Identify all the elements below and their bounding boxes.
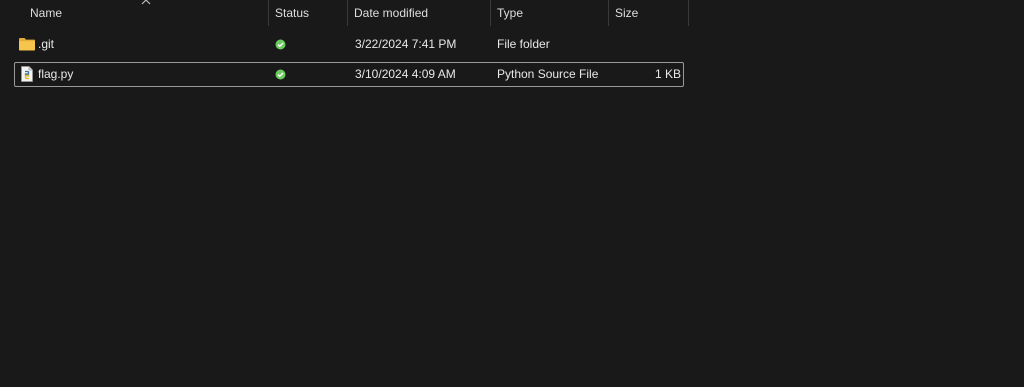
file-type: File folder xyxy=(497,37,550,51)
column-header-type[interactable]: Type xyxy=(491,0,608,26)
python-file-icon xyxy=(21,66,33,82)
sync-ok-icon xyxy=(275,39,286,50)
file-name: flag.py xyxy=(38,67,74,81)
sync-ok-icon xyxy=(275,69,286,80)
file-type: Python Source File xyxy=(497,67,599,81)
column-header-status[interactable]: Status xyxy=(269,0,347,26)
file-name: .git xyxy=(38,37,55,51)
file-date-modified: 3/22/2024 7:41 PM xyxy=(355,37,457,51)
file-row-git[interactable]: .git 3/22/2024 7:41 PM File folder xyxy=(14,32,684,57)
column-header-date-modified[interactable]: Date modified xyxy=(348,0,490,26)
column-divider[interactable] xyxy=(688,0,689,26)
file-size xyxy=(615,33,681,56)
folder-icon xyxy=(19,38,35,51)
column-header-name[interactable]: Name xyxy=(24,0,268,26)
file-row-flag-py[interactable]: flag.py 3/10/2024 4:09 AM Python Source … xyxy=(14,62,684,87)
column-header-size[interactable]: Size xyxy=(609,0,688,26)
file-list-view: Name Status Date modified Type Size .git… xyxy=(0,0,1024,387)
file-date-modified: 3/10/2024 4:09 AM xyxy=(355,67,456,81)
column-header-bar: Name Status Date modified Type Size xyxy=(0,0,690,26)
file-size: 1 KB xyxy=(654,67,681,81)
